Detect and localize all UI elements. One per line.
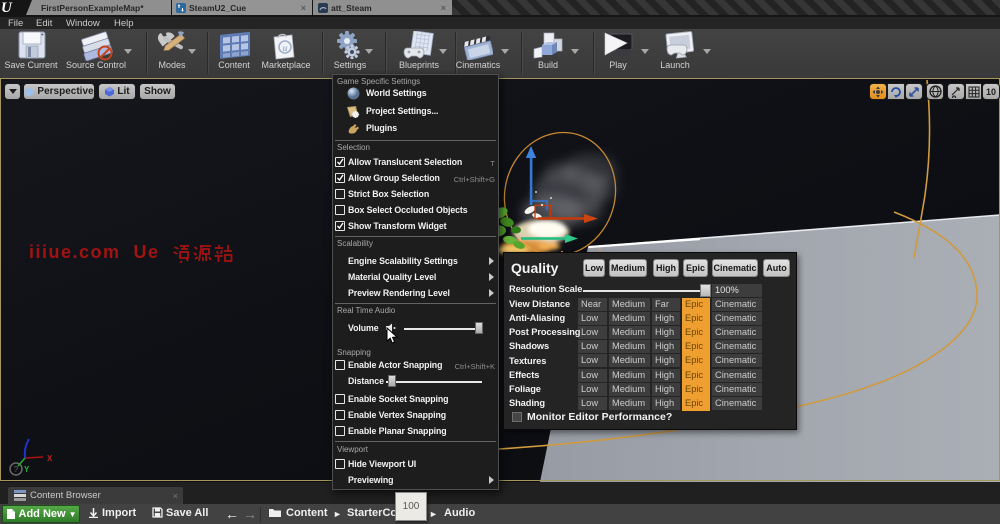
svg-text:Y: Y	[24, 465, 30, 474]
svg-text:X: X	[47, 454, 53, 463]
svg-text:?: ?	[14, 465, 19, 474]
svg-text:u: u	[282, 43, 287, 53]
